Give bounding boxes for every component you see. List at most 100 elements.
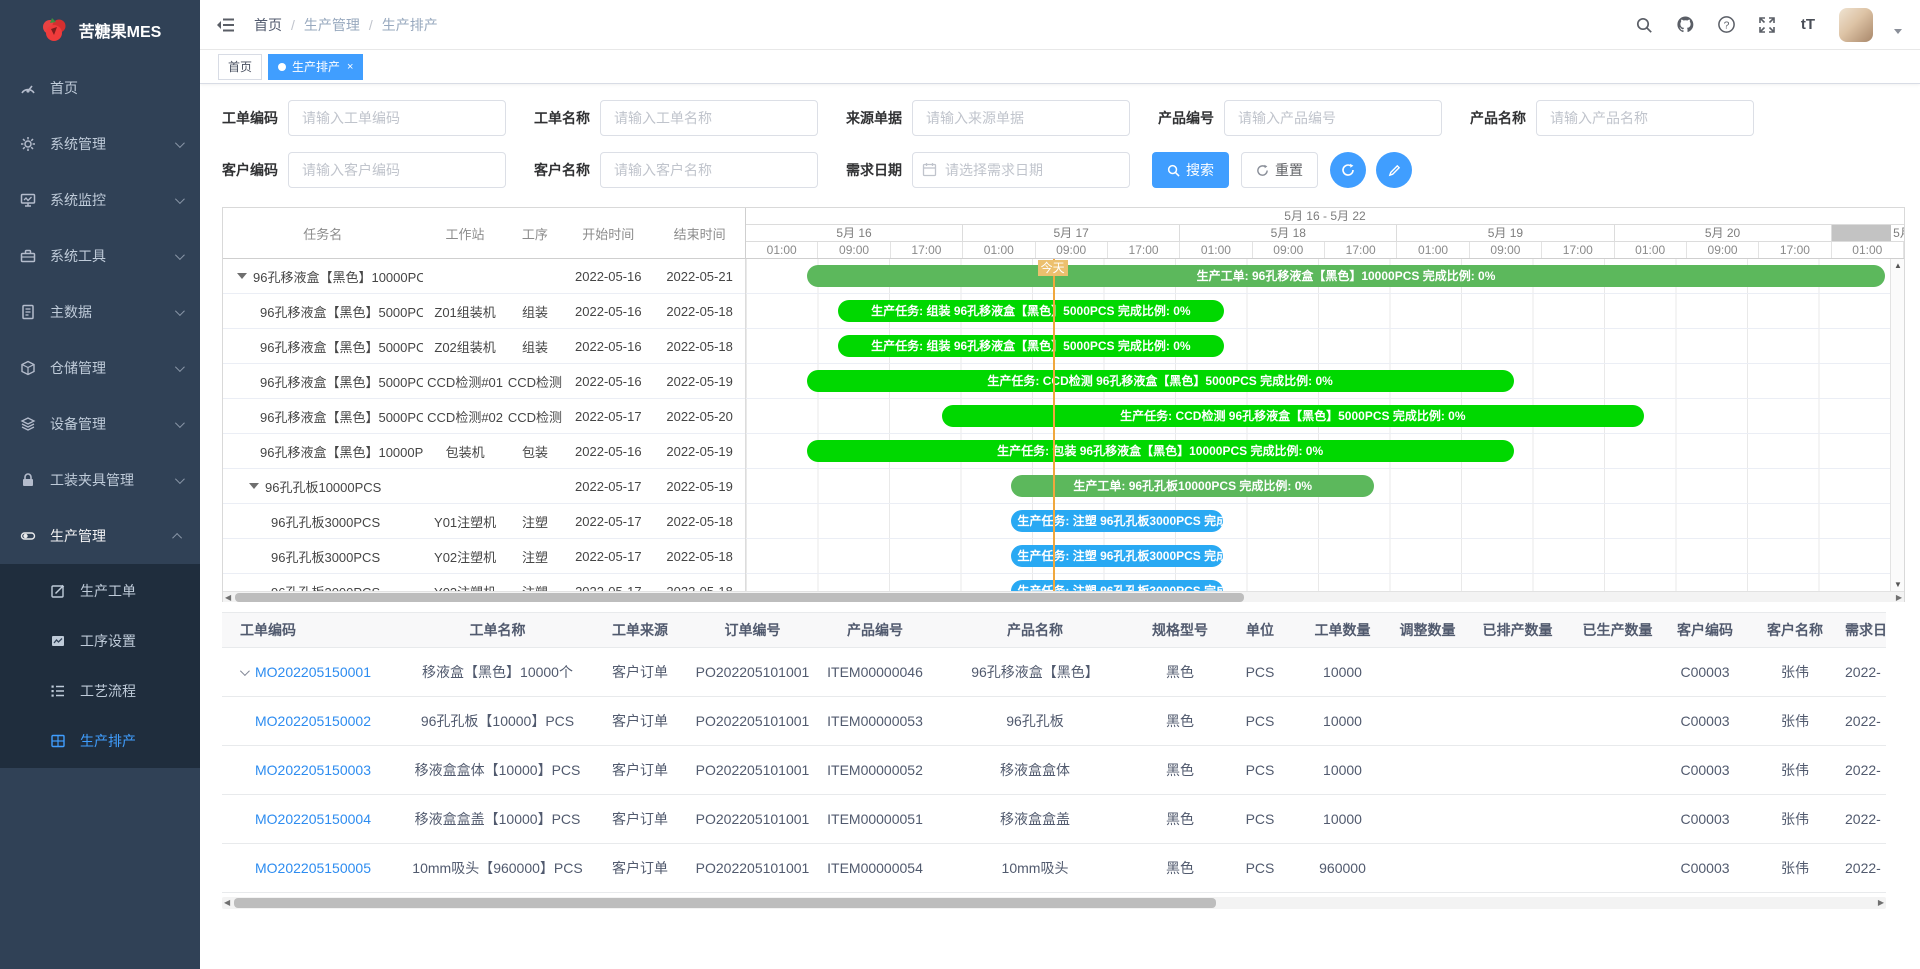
gantt-task-row[interactable]: 96孔孔板3000PCSY03注塑机注塑2022-05-172022-05-18 [223, 574, 745, 591]
cell: 移液盒盒盖 [935, 809, 1135, 829]
sidebar-item-process-settings[interactable]: 工序设置 [0, 616, 200, 666]
table-row[interactable]: MO202205150001移液盒【黑色】10000个客户订单PO2022051… [222, 648, 1886, 697]
breadcrumb-home[interactable]: 首页 [254, 15, 282, 35]
order-link[interactable]: MO202205150005 [255, 860, 371, 876]
customer-name-input[interactable] [600, 152, 818, 188]
table-row[interactable]: MO202205150004移液盒盒盖【10000】PCS客户订单PO20220… [222, 795, 1886, 844]
scroll-right-icon[interactable]: ▶ [1878, 897, 1884, 908]
reset-button[interactable]: 重置 [1241, 152, 1318, 188]
tag-production-scheduling[interactable]: 生产排产 × [268, 54, 363, 80]
tag-home[interactable]: 首页 [218, 54, 262, 80]
order-link[interactable]: MO202205150004 [255, 811, 371, 827]
source-doc-input[interactable] [912, 100, 1130, 136]
filter-source-doc: 来源单据 [846, 100, 1130, 136]
task-station: Z01组装机 [423, 302, 508, 321]
user-menu-caret-icon[interactable] [1894, 29, 1902, 34]
gantt-bar-order[interactable]: 生产工单: 96孔移液盒【黑色】10000PCS 完成比例: 0% [807, 265, 1886, 287]
sidebar-item-equipment[interactable]: 设备管理 [0, 396, 200, 452]
cell: PCS [1225, 860, 1295, 876]
table-row[interactable]: MO20220515000510mm吸头【960000】PCS客户订单PO202… [222, 844, 1886, 893]
sidebar-item-production[interactable]: 生产管理 [0, 508, 200, 564]
product-code-input[interactable] [1224, 100, 1442, 136]
work-order-code-input[interactable] [288, 100, 506, 136]
task-end: 2022-05-18 [654, 339, 745, 354]
gantt-task-row[interactable]: 96孔孔板3000PCSY02注塑机注塑2022-05-172022-05-18 [223, 539, 745, 574]
search-button[interactable]: 搜索 [1152, 152, 1229, 188]
gantt-task-row[interactable]: 96孔移液盒【黑色】5000PCSZ01组装机组装2022-05-162022-… [223, 294, 745, 329]
gantt-task-row[interactable]: 96孔孔板10000PCS2022-05-172022-05-19 [223, 469, 745, 504]
demand-date-input[interactable] [912, 152, 1130, 188]
gantt-bar-task-selected[interactable]: 生产任务: 注塑 96孔孔板3000PCS 完成比例: 0% [1011, 580, 1223, 591]
scroll-left-icon[interactable]: ◀ [225, 592, 231, 603]
gantt-bar-task-selected[interactable]: 生产任务: 注塑 96孔孔板3000PCS 完成比例: 0% [1011, 510, 1223, 532]
sidebar-item-system-admin[interactable]: 系统管理 [0, 116, 200, 172]
product-name-input[interactable] [1536, 100, 1754, 136]
table-row[interactable]: MO20220515000296孔孔板【10000】PCS客户订单PO20220… [222, 697, 1886, 746]
gantt-vertical-scrollbar[interactable]: ▲ ▼ [1890, 259, 1904, 591]
edit-circle-button[interactable] [1376, 152, 1412, 188]
sidebar-item-tooling[interactable]: 工装夹具管理 [0, 452, 200, 508]
scroll-down-icon[interactable]: ▼ [1891, 580, 1904, 589]
gantt-bar-order[interactable]: 生产工单: 96孔孔板10000PCS 完成比例: 0% [1011, 475, 1374, 497]
help-icon[interactable]: ? [1716, 15, 1736, 35]
sidebar-item-warehouse[interactable]: 仓储管理 [0, 340, 200, 396]
gantt-bar-task[interactable]: 生产任务: CCD检测 96孔移液盒【黑色】5000PCS 完成比例: 0% [807, 370, 1514, 392]
task-start: 2022-05-17 [562, 514, 654, 529]
gantt-bar-task[interactable]: 生产任务: 组装 96孔移液盒【黑色】5000PCS 完成比例: 0% [838, 300, 1225, 322]
cell: 10000 [1295, 811, 1390, 827]
gantt-task-row[interactable]: 96孔孔板3000PCSY01注塑机注塑2022-05-172022-05-18 [223, 504, 745, 539]
sidebar-item-system-tools[interactable]: 系统工具 [0, 228, 200, 284]
gantt-bar-task[interactable]: 生产任务: CCD检测 96孔移液盒【黑色】5000PCS 完成比例: 0% [942, 405, 1644, 427]
task-name: 96孔移液盒【黑色】10000PCS [223, 267, 423, 286]
github-icon[interactable] [1675, 15, 1695, 35]
sidebar-item-system-monitor[interactable]: 系统监控 [0, 172, 200, 228]
collapse-icon[interactable] [249, 483, 259, 489]
gantt-bar-task-selected[interactable]: 生产任务: 注塑 96孔孔板3000PCS 完成比例: 0% [1011, 545, 1223, 567]
refresh-circle-button[interactable] [1330, 152, 1366, 188]
app-logo[interactable]: 苦糖果MES [0, 0, 200, 60]
gantt-task-row[interactable]: 96孔移液盒【黑色】5000PCSZ02组装机组装2022-05-162022-… [223, 329, 745, 364]
expand-chevron-icon[interactable] [240, 666, 250, 676]
order-link[interactable]: MO202205150002 [255, 713, 371, 729]
close-icon[interactable]: × [347, 61, 353, 73]
task-end: 2022-05-18 [654, 584, 745, 592]
gantt-task-row[interactable]: 96孔移液盒【黑色】5000PCSCCD检测#02CCD检测2022-05-17… [223, 399, 745, 434]
sidebar-fold-button[interactable] [200, 15, 252, 35]
task-start: 2022-05-16 [562, 339, 654, 354]
task-end: 2022-05-18 [654, 304, 745, 319]
sidebar-item-production-scheduling[interactable]: 生产排产 [0, 716, 200, 766]
gantt-task-row[interactable]: 96孔移液盒【黑色】5000PCSCCD检测#01CCD检测2022-05-16… [223, 364, 745, 399]
task-name: 96孔孔板10000PCS [223, 477, 423, 496]
order-link[interactable]: MO202205150003 [255, 762, 371, 778]
sidebar-item-work-orders[interactable]: 生产工单 [0, 566, 200, 616]
work-order-name-input[interactable] [600, 100, 818, 136]
gantt-task-row[interactable]: 96孔移液盒【黑色】10000PCS包装机包装2022-05-162022-05… [223, 434, 745, 469]
scroll-left-icon[interactable]: ◀ [224, 897, 230, 908]
scrollbar-thumb[interactable] [235, 593, 1244, 602]
cell: 移液盒【黑色】10000个 [405, 662, 590, 682]
warehouse-icon [20, 360, 36, 376]
timeline-scrollbar-thumb[interactable] [1832, 225, 1891, 241]
sidebar-item-process-flow[interactable]: 工艺流程 [0, 666, 200, 716]
table-horizontal-scrollbar[interactable]: ◀ ▶ [222, 897, 1886, 909]
avatar[interactable] [1839, 8, 1873, 42]
font-size-icon[interactable]: tT [1798, 15, 1818, 35]
cell: 黑色 [1135, 760, 1225, 780]
scroll-up-icon[interactable]: ▲ [1891, 261, 1904, 270]
sidebar-item-home[interactable]: 首页 [0, 60, 200, 116]
gantt-horizontal-scrollbar[interactable]: ◀ ▶ [223, 591, 1904, 602]
scroll-right-icon[interactable]: ▶ [1896, 592, 1902, 603]
customer-code-input[interactable] [288, 152, 506, 188]
collapse-icon[interactable] [237, 273, 247, 279]
breadcrumb-production[interactable]: 生产管理 [304, 15, 360, 35]
search-icon[interactable] [1634, 15, 1654, 35]
scrollbar-thumb[interactable] [234, 898, 1216, 908]
filter-product-name: 产品名称 [1470, 100, 1754, 136]
order-link[interactable]: MO202205150001 [255, 664, 371, 680]
table-row[interactable]: MO202205150003移液盒盒体【10000】PCS客户订单PO20220… [222, 746, 1886, 795]
gantt-bar-task[interactable]: 生产任务: 包装 96孔移液盒【黑色】10000PCS 完成比例: 0% [807, 440, 1514, 462]
sidebar-item-master-data[interactable]: 主数据 [0, 284, 200, 340]
gantt-bar-task[interactable]: 生产任务: 组装 96孔移液盒【黑色】5000PCS 完成比例: 0% [838, 335, 1225, 357]
gantt-task-row[interactable]: 96孔移液盒【黑色】10000PCS2022-05-162022-05-21 [223, 259, 745, 294]
fullscreen-icon[interactable] [1757, 15, 1777, 35]
